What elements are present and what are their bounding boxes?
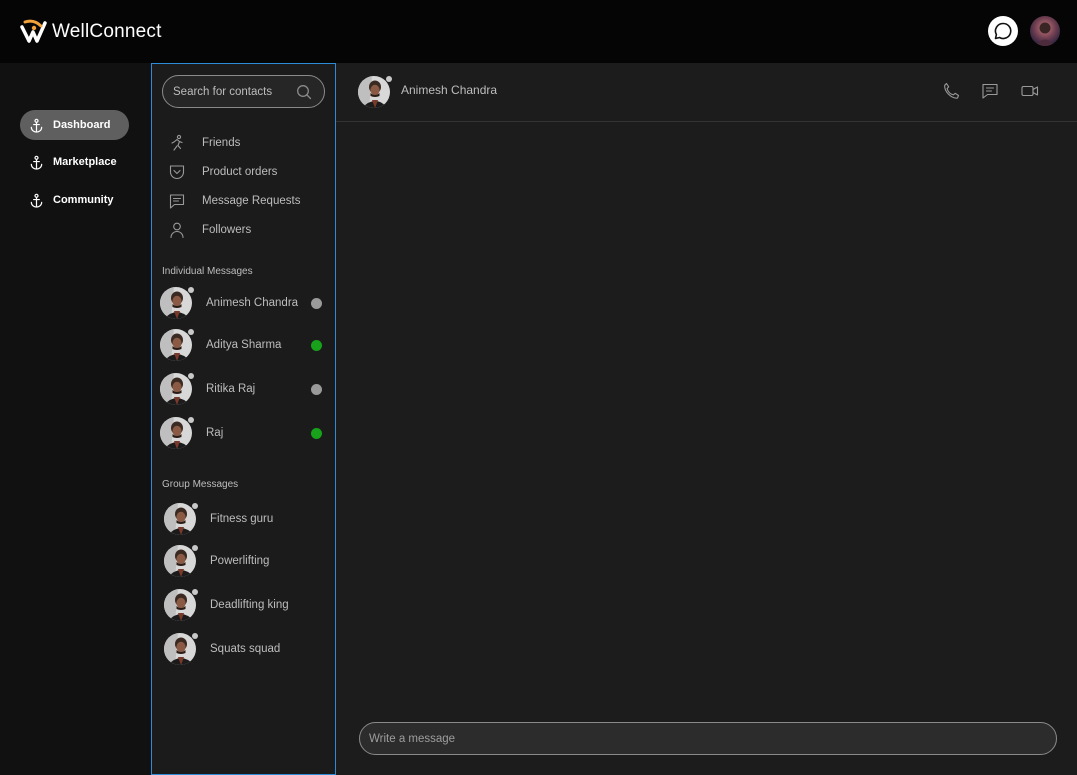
avatar-image [164, 589, 196, 621]
user-avatar[interactable] [1030, 16, 1060, 46]
menu-item-followers[interactable]: Followers [168, 219, 251, 241]
message-square-icon[interactable] [980, 81, 1000, 101]
phone-icon[interactable] [941, 81, 961, 101]
group-avatar [164, 633, 198, 665]
contact-name: Raj [206, 427, 224, 439]
contact-name: Ritika Raj [206, 383, 256, 395]
menu-item-product-orders[interactable]: Product orders [168, 161, 277, 183]
group-messages-heading: Group Messages [162, 479, 239, 490]
nav-label: Community [53, 194, 114, 206]
avatar-image [164, 633, 196, 665]
group-name: Fitness guru [210, 513, 274, 525]
conversation-pane: Animesh Chandra [336, 63, 1077, 775]
status-indicator [311, 297, 322, 309]
app-name: WellConnect [52, 21, 162, 42]
presence-dot [192, 503, 198, 509]
contact-avatar [160, 287, 194, 319]
contact-avatar [160, 417, 194, 449]
avatar-image [160, 329, 192, 361]
avatar-image [160, 287, 192, 319]
contact-name: Aditya Sharma [206, 339, 282, 351]
presence-dot [188, 287, 194, 293]
individual-chat-item[interactable]: Ritika Raj [160, 372, 324, 406]
presence-dot [192, 633, 198, 639]
menu-item-friends[interactable]: Friends [168, 132, 240, 154]
group-avatar [164, 545, 198, 577]
group-chat-item[interactable]: Squats squad [164, 632, 328, 666]
status-indicator [311, 427, 322, 439]
anchor-icon [30, 193, 43, 208]
nav-item-marketplace[interactable]: Marketplace [20, 147, 129, 177]
pocket-icon [169, 165, 185, 180]
group-chat-item[interactable]: Deadlifting king [164, 588, 328, 622]
message-composer[interactable] [359, 722, 1057, 755]
contact-avatar[interactable] [358, 76, 392, 108]
user-icon [170, 222, 184, 239]
video-icon[interactable] [1020, 81, 1040, 101]
anchor-icon [30, 155, 43, 170]
contacts-panel: Friends Product orders Message Requests … [151, 63, 336, 775]
chat-button[interactable] [988, 16, 1018, 46]
presence-dot [386, 76, 392, 82]
search-input[interactable] [173, 85, 291, 98]
app-logo[interactable]: WellConnect [20, 19, 162, 45]
top-bar: WellConnect [0, 0, 1077, 63]
individual-messages-heading: Individual Messages [162, 266, 253, 277]
avatar-image [164, 545, 196, 577]
group-chat-item[interactable]: Fitness guru [164, 502, 328, 536]
group-name: Powerlifting [210, 555, 270, 567]
status-indicator [311, 339, 322, 351]
menu-label: Friends [202, 137, 241, 149]
contact-avatar [160, 329, 194, 361]
menu-label: Followers [202, 224, 252, 236]
nav-label: Marketplace [53, 156, 117, 168]
avatar-image [164, 503, 196, 535]
menu-label: Message Requests [202, 195, 301, 207]
conversation-header: Animesh Chandra [336, 63, 1077, 122]
presence-dot [188, 373, 194, 379]
contact-search[interactable] [162, 75, 325, 108]
group-avatar [164, 503, 198, 535]
message-square-icon [169, 194, 185, 209]
menu-item-message-requests[interactable]: Message Requests [168, 190, 300, 212]
status-indicator [311, 383, 322, 395]
nav-item-community[interactable]: Community [20, 185, 129, 215]
avatar-image [160, 373, 192, 405]
presence-dot [192, 545, 198, 551]
group-avatar [164, 589, 198, 621]
anchor-icon [30, 118, 43, 133]
nav-item-dashboard[interactable]: Dashboard [20, 110, 129, 140]
conversation-contact-name: Animesh Chandra [401, 83, 498, 97]
presence-dot [188, 329, 194, 335]
individual-chat-item[interactable]: Animesh Chandra [160, 286, 324, 320]
contact-name: Animesh Chandra [206, 297, 299, 309]
sidebar-nav: Dashboard Marketplace Community [0, 63, 151, 775]
individual-chat-item[interactable]: Raj [160, 416, 324, 450]
group-chat-item[interactable]: Powerlifting [164, 544, 328, 578]
avatar-image [358, 76, 390, 108]
logo-icon [20, 19, 47, 43]
chat-bubble-icon [994, 22, 1012, 40]
presence-dot [192, 589, 198, 595]
menu-label: Product orders [202, 166, 278, 178]
search-icon[interactable] [296, 84, 312, 100]
avatar-image [160, 417, 192, 449]
message-input[interactable] [369, 732, 1039, 745]
group-name: Squats squad [210, 643, 281, 655]
contact-avatar [160, 373, 194, 405]
nav-label: Dashboard [53, 119, 111, 131]
group-name: Deadlifting king [210, 599, 289, 611]
presence-dot [188, 417, 194, 423]
individual-chat-item[interactable]: Aditya Sharma [160, 328, 324, 362]
running-person-icon [171, 134, 183, 151]
avatar-image [1030, 16, 1060, 46]
